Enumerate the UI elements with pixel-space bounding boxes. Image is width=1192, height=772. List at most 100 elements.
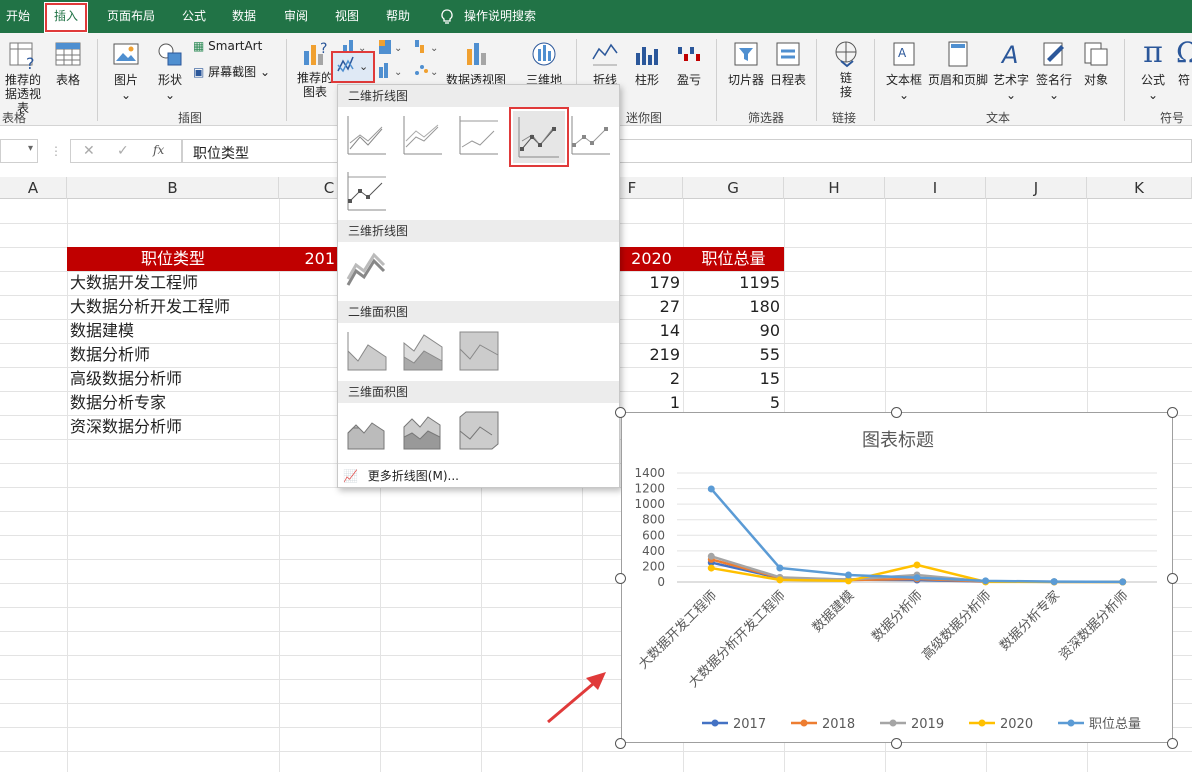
- table-cell[interactable]: 1195: [683, 271, 780, 295]
- 100-stacked-line-markers-option[interactable]: [345, 169, 389, 213]
- header-cell-2020[interactable]: 2020: [620, 247, 683, 271]
- header-cell-type[interactable]: 职位类型: [67, 247, 279, 271]
- signature-line-button[interactable]: 签名行 ⌄: [1033, 39, 1075, 102]
- resize-handle[interactable]: [1167, 407, 1178, 418]
- scatter-chart-button[interactable]: ⌄: [410, 61, 444, 81]
- pivotchart-button[interactable]: 数据透视图: [446, 39, 506, 88]
- equation-button[interactable]: π 公式 ⌄: [1133, 35, 1173, 102]
- stacked-area-option[interactable]: [401, 329, 445, 373]
- table-cell[interactable]: 15: [683, 367, 780, 391]
- resize-handle[interactable]: [615, 573, 626, 584]
- more-line-charts-menu-item[interactable]: 📈 更多折线图(M)...: [343, 466, 459, 486]
- tab-formulas[interactable]: 公式: [182, 0, 206, 33]
- link-button[interactable]: 链 接: [826, 39, 866, 99]
- table-cell[interactable]: 55: [683, 343, 780, 367]
- group-links-label: 链接: [832, 111, 857, 125]
- sparkline-winloss-button[interactable]: 盈亏: [670, 39, 708, 88]
- tab-view[interactable]: 视图: [335, 0, 359, 33]
- column-header-j[interactable]: J: [986, 177, 1087, 199]
- recommended-pivot-button[interactable]: ? 推荐的 据透视表: [0, 39, 46, 115]
- slicer-button[interactable]: 切片器: [726, 39, 766, 88]
- textbox-button[interactable]: A 文本框 ⌄: [883, 39, 925, 102]
- cancel-icon[interactable]: ✕: [83, 143, 95, 159]
- resize-handle[interactable]: [891, 407, 902, 418]
- menu-bar: 开始 插入 页面布局 公式 数据 审阅 视图 帮助 操作说明搜索: [0, 0, 1192, 33]
- table-cell[interactable]: 90: [683, 319, 780, 343]
- object-button[interactable]: 对象: [1077, 39, 1115, 88]
- hierarchy-chart-button[interactable]: ⌄: [374, 37, 408, 57]
- stacked-line-markers-option[interactable]: [569, 113, 613, 157]
- header-footer-button[interactable]: 页眉和页脚: [927, 39, 989, 88]
- 100-stacked-area-option[interactable]: [457, 329, 501, 373]
- tab-review[interactable]: 审阅: [284, 0, 308, 33]
- fx-icon[interactable]: fx: [153, 143, 164, 157]
- tab-help[interactable]: 帮助: [386, 0, 410, 33]
- area-option[interactable]: [345, 329, 389, 373]
- column-header-i[interactable]: I: [885, 177, 986, 199]
- wordart-button[interactable]: A 艺术字 ⌄: [991, 39, 1031, 102]
- smartart-button[interactable]: ▦ SmartArt: [193, 39, 262, 53]
- line-chart-option[interactable]: [345, 113, 389, 157]
- shapes-button[interactable]: 形状 ⌄: [150, 39, 190, 102]
- formula-input[interactable]: 职位类型: [182, 139, 1192, 163]
- tab-page-layout[interactable]: 页面布局: [107, 0, 155, 33]
- table-cell[interactable]: 27: [620, 295, 680, 319]
- line-chart-button[interactable]: ⌄: [331, 51, 375, 83]
- 3d-stacked-area-option[interactable]: [401, 409, 445, 453]
- column-header-a[interactable]: A: [0, 177, 67, 199]
- enter-icon[interactable]: ✓: [117, 143, 129, 159]
- header-cell-total[interactable]: 职位总量: [683, 247, 784, 271]
- resize-handle[interactable]: [891, 738, 902, 749]
- 3d-area-option[interactable]: [345, 409, 389, 453]
- table-row[interactable]: 数据分析师: [70, 343, 150, 367]
- resize-handle[interactable]: [1167, 573, 1178, 584]
- 3d-map-button[interactable]: 三维地: [526, 39, 562, 88]
- line-chart[interactable]: 图表标题 0 200 400 600 800 1000 1200 1400 大数据开发工程师 大数据…: [621, 412, 1173, 743]
- 3d-100-stacked-area-option[interactable]: [457, 409, 501, 453]
- resize-handle[interactable]: [615, 407, 626, 418]
- name-box[interactable]: ▾: [0, 139, 38, 163]
- chevron-down-icon[interactable]: ▾: [28, 143, 33, 154]
- screenshot-button[interactable]: ▣ 屏幕截图 ⌄: [193, 63, 270, 80]
- table-cell[interactable]: 179: [620, 271, 680, 295]
- header-cell-year[interactable]: 201: [279, 247, 337, 271]
- x-tick-label: 数据分析师: [869, 588, 926, 645]
- column-header-k[interactable]: K: [1087, 177, 1192, 199]
- recommended-chart-icon: ?: [304, 41, 327, 65]
- group-text-label: 文本: [986, 111, 1011, 125]
- table-row[interactable]: 数据分析专家: [70, 391, 166, 415]
- table-row[interactable]: 大数据分析开发工程师: [70, 295, 230, 319]
- sparkline-column-icon: [636, 47, 658, 65]
- tab-home[interactable]: 开始: [6, 0, 30, 33]
- table-button[interactable]: 表格: [50, 39, 86, 88]
- column-header-h[interactable]: H: [784, 177, 885, 199]
- symbol-button[interactable]: Ω 符: [1176, 35, 1192, 88]
- sparkline-line-button[interactable]: 折线: [586, 39, 624, 88]
- table-row[interactable]: 大数据开发工程师: [70, 271, 198, 295]
- 3d-line-option[interactable]: [345, 247, 389, 291]
- table-cell[interactable]: 14: [620, 319, 680, 343]
- pictures-button[interactable]: 图片 ⌄: [106, 39, 146, 102]
- table-cell[interactable]: 219: [620, 343, 680, 367]
- line-with-markers-option[interactable]: [509, 107, 569, 167]
- tell-me-search[interactable]: 操作说明搜索: [464, 0, 536, 33]
- resize-handle[interactable]: [615, 738, 626, 749]
- column-header-g[interactable]: G: [683, 177, 784, 199]
- column-header-b[interactable]: B: [67, 177, 279, 199]
- sparkline-column-button[interactable]: 柱形: [628, 39, 666, 88]
- table-cell[interactable]: 2: [620, 367, 680, 391]
- resize-handle[interactable]: [1167, 738, 1178, 749]
- table-row[interactable]: 数据建模: [70, 319, 134, 343]
- tab-data[interactable]: 数据: [232, 0, 256, 33]
- timeline-button[interactable]: 日程表: [768, 39, 808, 88]
- table-cell[interactable]: 180: [683, 295, 780, 319]
- stacked-line-option[interactable]: [401, 113, 445, 157]
- table-row[interactable]: 高级数据分析师: [70, 367, 182, 391]
- recommended-charts-button[interactable]: ? 推荐的 图表: [294, 39, 336, 99]
- 100-stacked-line-option[interactable]: [457, 113, 501, 157]
- waterfall-chart-button[interactable]: ⌄: [410, 37, 444, 57]
- table-row[interactable]: 资深数据分析师: [70, 415, 182, 439]
- statistic-chart-button[interactable]: ⌄: [374, 61, 408, 81]
- tab-insert[interactable]: 插入: [44, 2, 89, 33]
- line-chart-small-icon: 📈: [343, 469, 358, 483]
